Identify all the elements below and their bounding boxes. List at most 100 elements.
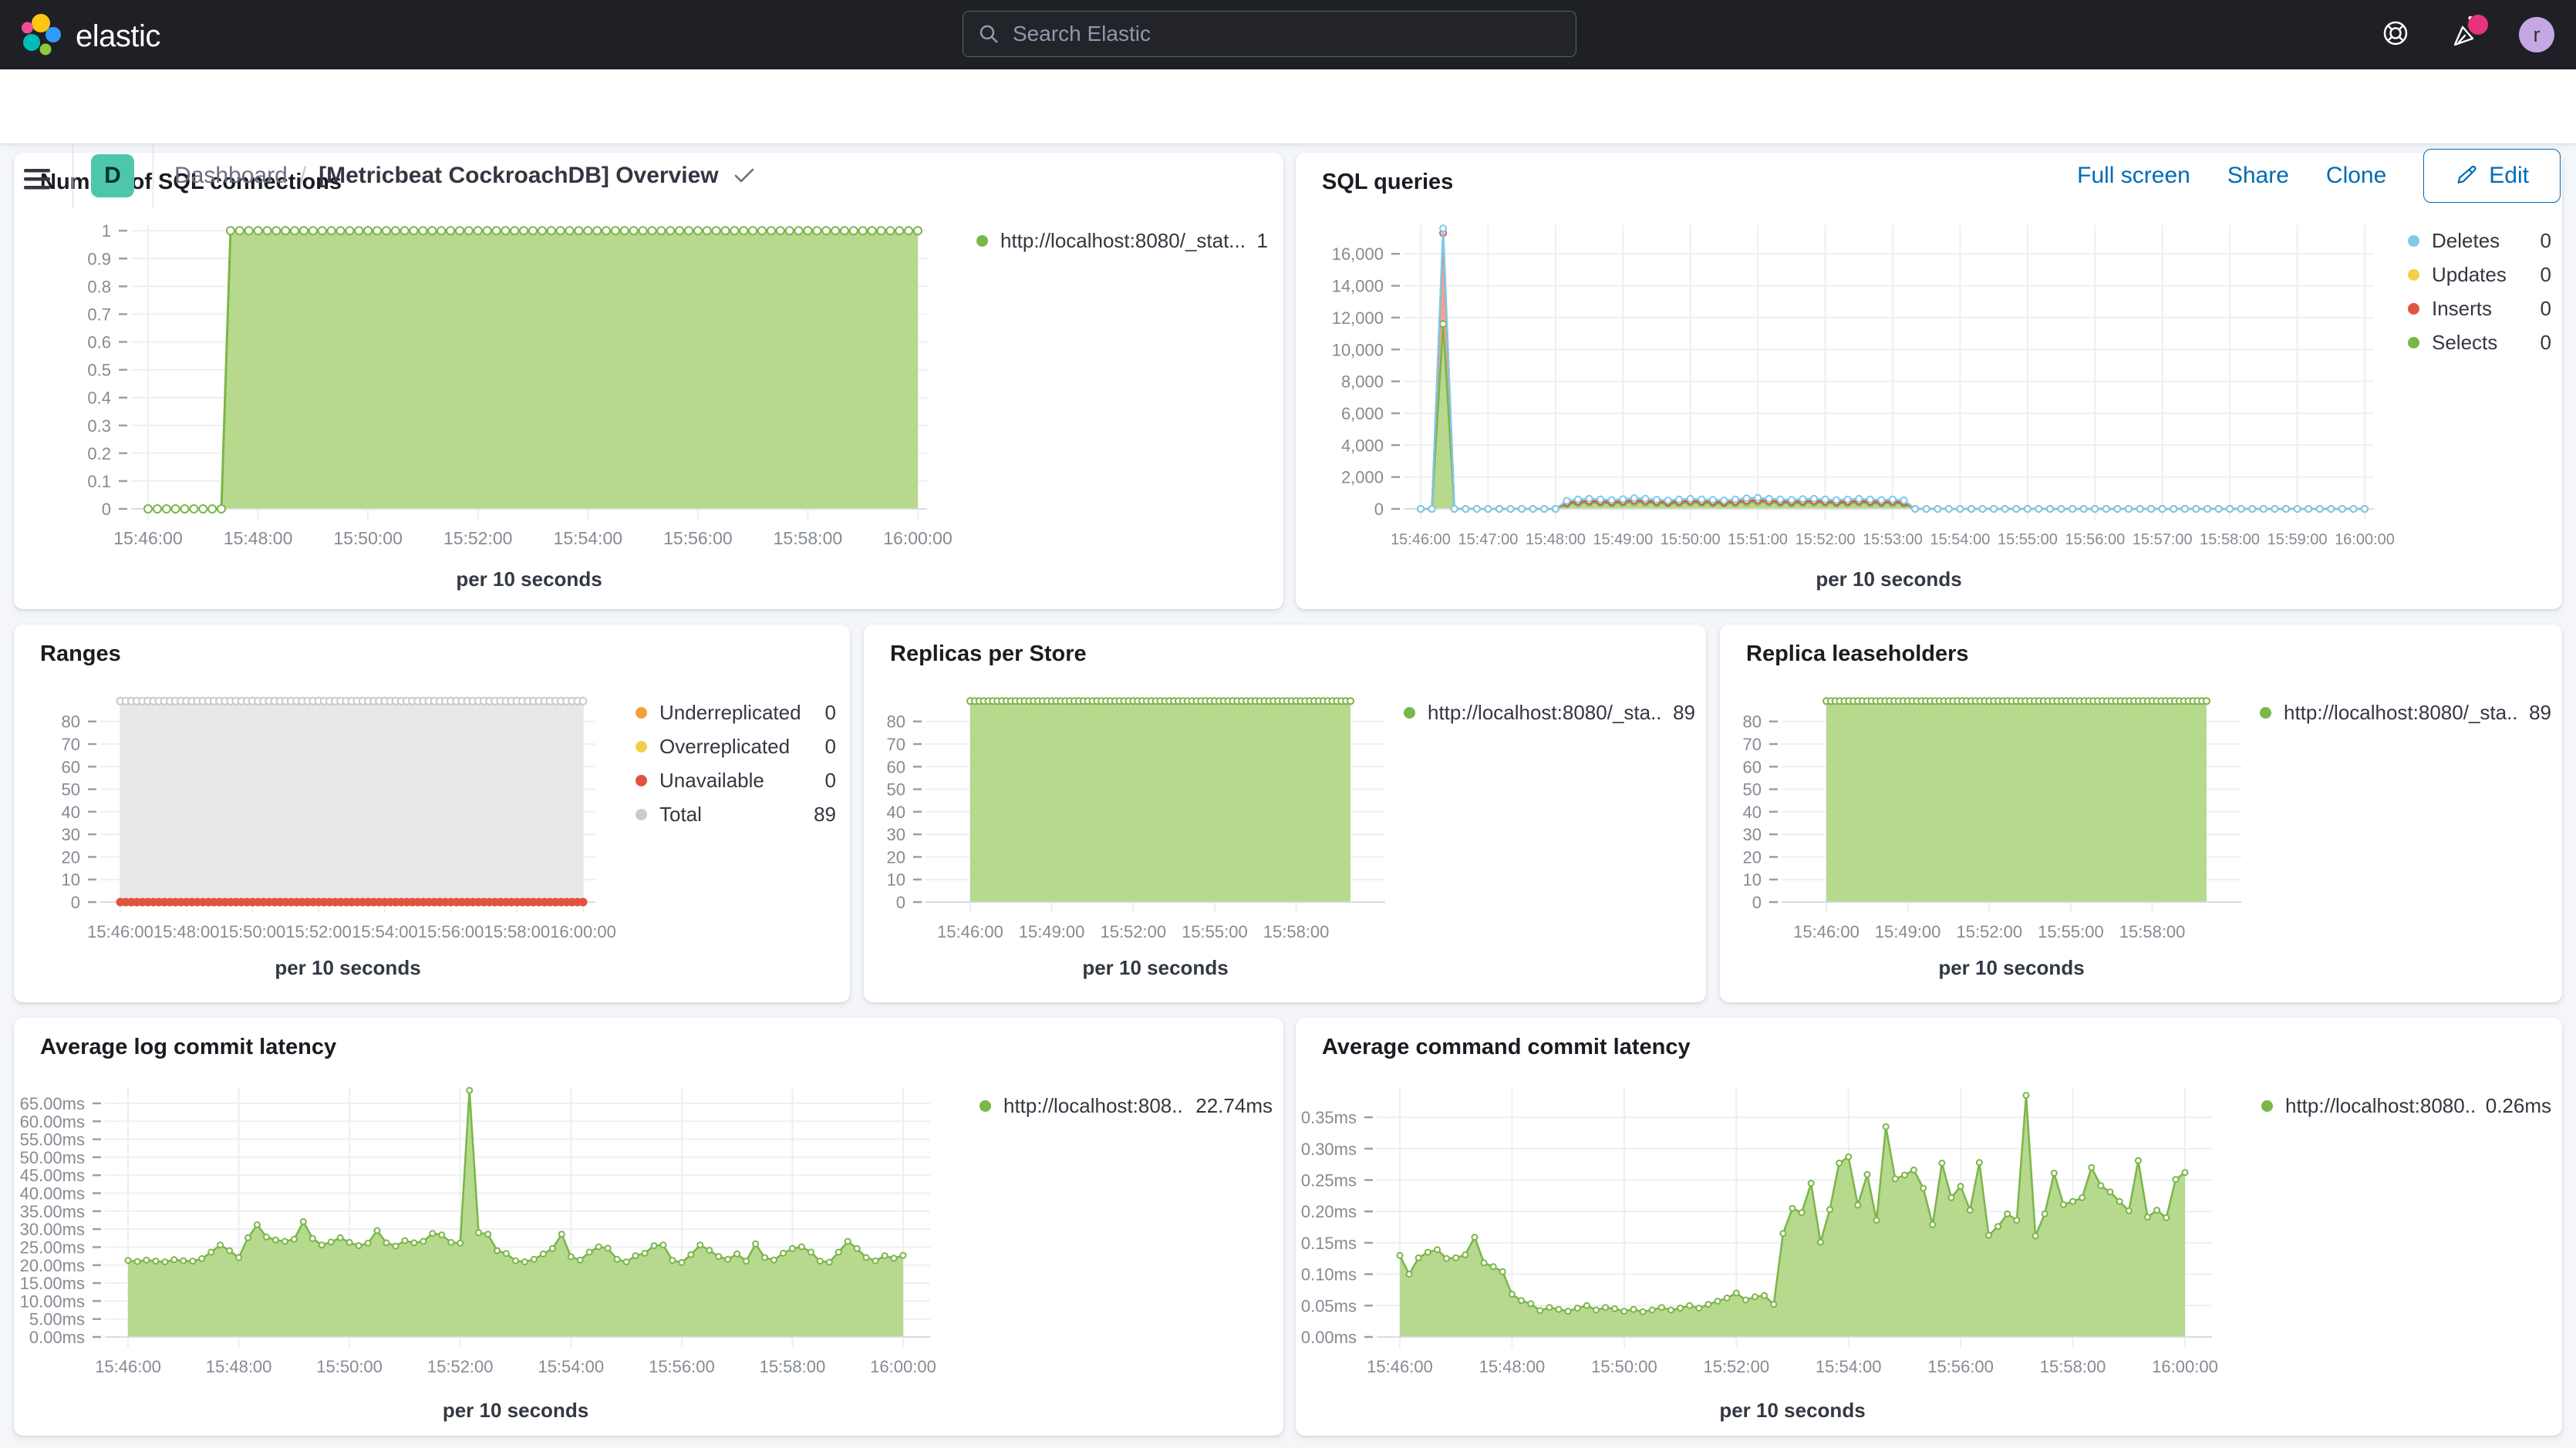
svg-text:0.6: 0.6 xyxy=(87,333,111,352)
clone-button[interactable]: Clone xyxy=(2326,163,2386,189)
title-options-icon[interactable] xyxy=(734,168,754,184)
svg-text:1: 1 xyxy=(102,221,111,241)
svg-text:8,000: 8,000 xyxy=(1341,372,1384,392)
svg-text:80: 80 xyxy=(62,712,80,732)
svg-text:15:48:00: 15:48:00 xyxy=(153,922,220,941)
share-button[interactable]: Share xyxy=(2227,163,2289,189)
svg-text:70: 70 xyxy=(887,735,905,754)
series-label: Deletes xyxy=(2432,229,2530,253)
svg-text:5.00ms: 5.00ms xyxy=(29,1310,85,1329)
log-commit-latency-chart[interactable]: 15:46:0015:48:0015:50:0015:52:0015:54:00… xyxy=(14,1083,970,1394)
svg-text:30: 30 xyxy=(62,825,80,844)
global-search[interactable] xyxy=(963,11,1576,57)
svg-text:55.00ms: 55.00ms xyxy=(20,1130,85,1150)
sql-queries-chart[interactable]: 15:46:0015:47:0015:48:0015:49:0015:50:00… xyxy=(1296,217,2383,554)
svg-text:50: 50 xyxy=(62,780,80,800)
breadcrumb-dashboard-link[interactable]: Dashboard xyxy=(174,163,288,189)
svg-text:15:46:00: 15:46:00 xyxy=(937,922,1003,941)
svg-text:15:58:00: 15:58:00 xyxy=(760,1357,826,1376)
full-screen-button[interactable]: Full screen xyxy=(2077,163,2190,189)
help-button[interactable] xyxy=(2377,16,2414,53)
series-label: Total xyxy=(659,803,803,827)
svg-text:0.30ms: 0.30ms xyxy=(1301,1140,1357,1159)
series-label: http://localhost:8080... xyxy=(2285,1094,2475,1118)
svg-text:0.20ms: 0.20ms xyxy=(1301,1202,1357,1221)
series-dot xyxy=(979,1100,991,1112)
legend-item[interactable]: http://localhost:8080/_sta... 89 xyxy=(1404,695,1695,729)
series-label: Underreplicated xyxy=(659,701,814,725)
svg-text:0.2: 0.2 xyxy=(87,444,111,463)
command-commit-latency-chart[interactable]: 15:46:0015:48:0015:50:0015:52:0015:54:00… xyxy=(1296,1083,2252,1394)
svg-text:15:52:00: 15:52:00 xyxy=(443,528,513,548)
svg-text:15:58:00: 15:58:00 xyxy=(2200,531,2260,548)
svg-text:16:00:00: 16:00:00 xyxy=(2152,1357,2218,1376)
menu-button[interactable] xyxy=(23,167,52,196)
svg-text:15:57:00: 15:57:00 xyxy=(2133,531,2193,548)
series-value: 0 xyxy=(825,735,836,759)
newsfeed-button[interactable] xyxy=(2448,16,2485,53)
series-value: 1 xyxy=(1257,229,1268,253)
dashboard-app-badge[interactable]: D xyxy=(91,154,134,197)
search-input[interactable] xyxy=(1011,21,1576,47)
svg-text:15:49:00: 15:49:00 xyxy=(1019,922,1085,941)
hamburger-icon xyxy=(23,167,52,192)
elastic-logo[interactable]: elastic xyxy=(20,12,160,61)
svg-text:10.00ms: 10.00ms xyxy=(20,1291,85,1311)
svg-text:80: 80 xyxy=(1743,712,1762,732)
svg-text:15:50:00: 15:50:00 xyxy=(220,922,286,941)
svg-text:15:48:00: 15:48:00 xyxy=(1526,531,1586,548)
edit-button[interactable]: Edit xyxy=(2423,149,2561,203)
svg-text:0.9: 0.9 xyxy=(87,249,111,268)
app-header: elastic xyxy=(0,0,2576,69)
legend-item[interactable]: http://localhost:808... 22.74ms xyxy=(979,1089,1273,1123)
svg-text:30: 30 xyxy=(1743,825,1762,844)
divider xyxy=(72,143,73,208)
svg-text:60: 60 xyxy=(887,757,905,776)
panel-title: Ranges xyxy=(40,641,121,667)
svg-text:80: 80 xyxy=(887,712,905,732)
x-axis-title: per 10 seconds xyxy=(105,1399,926,1423)
svg-text:10: 10 xyxy=(887,870,905,890)
life-buoy-icon xyxy=(2379,17,2412,53)
pencil-icon xyxy=(2455,164,2478,187)
series-dot xyxy=(636,775,647,786)
svg-text:15:46:00: 15:46:00 xyxy=(113,528,183,548)
legend-item[interactable]: Underreplicated 0 xyxy=(636,695,836,729)
svg-text:16,000: 16,000 xyxy=(1332,244,1384,264)
legend-item[interactable]: http://localhost:8080/_stat... 1 xyxy=(976,224,1268,258)
replica-leaseholders-chart[interactable]: 15:46:0015:49:0015:52:0015:55:0015:58:00… xyxy=(1720,689,2252,948)
series-dot xyxy=(2260,707,2271,719)
legend-item[interactable]: Selects 0 xyxy=(2408,325,2551,359)
avatar[interactable]: r xyxy=(2519,17,2554,52)
svg-text:70: 70 xyxy=(62,735,80,754)
svg-text:15:52:00: 15:52:00 xyxy=(285,922,352,941)
legend-item[interactable]: Total 89 xyxy=(636,797,836,831)
legend-item[interactable]: Inserts 0 xyxy=(2408,291,2551,325)
legend-item[interactable]: Unavailable 0 xyxy=(636,763,836,797)
x-axis-title: per 10 seconds xyxy=(131,567,927,591)
x-axis-title: per 10 seconds xyxy=(1377,1399,2208,1423)
replicas-per-store-chart[interactable]: 15:46:0015:49:0015:52:0015:55:0015:58:00… xyxy=(864,689,1396,948)
legend-item[interactable]: Updates 0 xyxy=(2408,258,2551,291)
svg-text:15:52:00: 15:52:00 xyxy=(427,1357,494,1376)
legend-item[interactable]: http://localhost:8080... 0.26ms xyxy=(2261,1089,2551,1123)
series-value: 89 xyxy=(814,803,836,827)
svg-text:15:50:00: 15:50:00 xyxy=(1661,531,1721,548)
legend-item[interactable]: Deletes 0 xyxy=(2408,224,2551,258)
svg-text:0: 0 xyxy=(102,500,111,519)
legend-item[interactable]: Overreplicated 0 xyxy=(636,729,836,763)
panel-average-log-commit-latency: Average log commit latency 15:46:0015:48… xyxy=(14,1018,1283,1436)
notification-dot xyxy=(2468,15,2488,35)
sql-connections-chart[interactable]: 15:46:0015:48:0015:50:0015:52:0015:54:00… xyxy=(14,217,970,554)
ranges-chart[interactable]: 15:46:0015:48:0015:50:0015:52:0015:54:00… xyxy=(14,689,631,948)
svg-text:0.35ms: 0.35ms xyxy=(1301,1108,1357,1127)
avatar-initial: r xyxy=(2534,23,2541,47)
svg-text:20: 20 xyxy=(62,847,80,867)
series-label: Inserts xyxy=(2432,297,2530,321)
series-label: http://localhost:8080/_stat... xyxy=(1000,229,1246,253)
legend-item[interactable]: http://localhost:8080/_sta... 89 xyxy=(2260,695,2551,729)
panel-number-of-sql-connections: Number of SQL connections 15:46:0015:48:… xyxy=(14,153,1283,609)
x-axis-title: per 10 seconds xyxy=(926,956,1385,980)
series-dot xyxy=(1404,707,1415,719)
svg-text:15:56:00: 15:56:00 xyxy=(418,922,484,941)
